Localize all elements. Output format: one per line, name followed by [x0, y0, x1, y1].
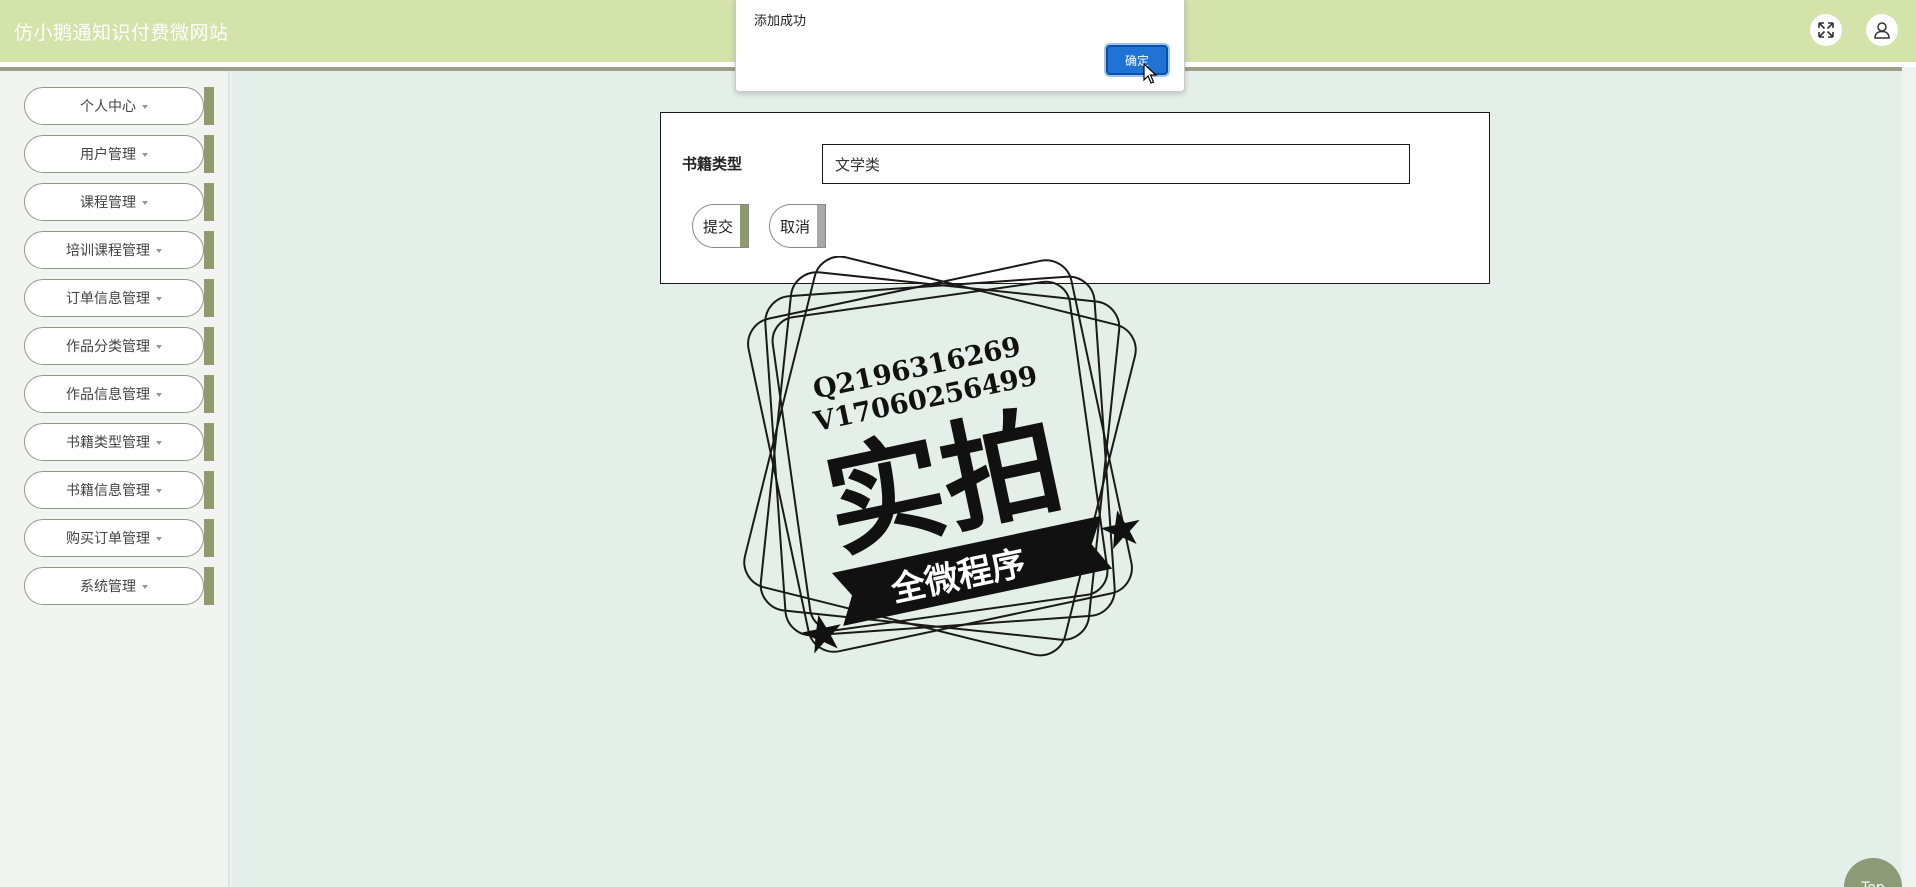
- chevron-down-icon: [156, 393, 162, 397]
- chevron-down-icon: [142, 201, 148, 205]
- app-title: 仿小鹅通知识付费微网站: [14, 22, 229, 44]
- sidebar-item-accent: [204, 231, 214, 269]
- sidebar-item-training-course-management[interactable]: 培训课程管理: [24, 231, 216, 269]
- sidebar-item-user-management[interactable]: 用户管理: [24, 135, 216, 173]
- sidebar-item-accent: [204, 279, 214, 317]
- sidebar-item-label: 培训课程管理: [66, 243, 150, 259]
- sidebar-item-label: 作品分类管理: [66, 339, 150, 355]
- chevron-down-icon: [142, 105, 148, 109]
- watermark-stamp: Q2196316269 V17060256499 实拍 全微程序: [743, 256, 1140, 657]
- sidebar-item-system-management[interactable]: 系统管理: [24, 567, 216, 605]
- alert-dialog: 添加成功 确定: [735, 0, 1185, 92]
- sidebar-item-label: 个人中心: [80, 99, 136, 115]
- cancel-button[interactable]: 取消: [769, 204, 826, 248]
- submit-button-label: 提交: [703, 217, 734, 236]
- chevron-down-icon: [156, 249, 162, 253]
- sidebar-item-accent: [204, 87, 214, 125]
- alert-message: 添加成功: [754, 14, 807, 29]
- cancel-button-label: 取消: [780, 217, 811, 236]
- sidebar-item-book-type-management[interactable]: 书籍类型管理: [24, 423, 216, 461]
- sidebar-item-book-info-management[interactable]: 书籍信息管理: [24, 471, 216, 509]
- sidebar-item-accent: [204, 567, 214, 605]
- chevron-down-icon: [156, 345, 162, 349]
- chevron-down-icon: [156, 489, 162, 493]
- sidebar-item-accent: [204, 471, 214, 509]
- sidebar-item-accent: [204, 423, 214, 461]
- user-icon: [1874, 22, 1890, 39]
- fullscreen-button[interactable]: [1810, 14, 1842, 46]
- sidebar-item-accent: [204, 519, 214, 557]
- sidebar-item-accent: [204, 327, 214, 365]
- sidebar: 个人中心 用户管理 课程管理 培训课程管理 订单信息管理 作品分类管理 作品信息…: [0, 71, 230, 887]
- book-type-input[interactable]: [822, 144, 1410, 184]
- sidebar-item-label: 课程管理: [80, 195, 136, 211]
- sidebar-item-work-info-management[interactable]: 作品信息管理: [24, 375, 216, 413]
- sidebar-item-label: 书籍信息管理: [66, 483, 150, 499]
- sidebar-item-accent: [204, 183, 214, 221]
- sidebar-item-label: 系统管理: [80, 579, 136, 595]
- book-type-label: 书籍类型: [682, 155, 743, 173]
- chevron-down-icon: [142, 585, 148, 589]
- sidebar-item-order-info-management[interactable]: 订单信息管理: [24, 279, 216, 317]
- sidebar-item-accent: [204, 375, 214, 413]
- chevron-down-icon: [142, 153, 148, 157]
- fullscreen-icon: [1818, 22, 1834, 38]
- submit-button-accent: [740, 205, 748, 247]
- chevron-down-icon: [156, 297, 162, 301]
- sidebar-item-purchase-order-management[interactable]: 购买订单管理: [24, 519, 216, 557]
- sidebar-item-label: 用户管理: [80, 147, 136, 163]
- user-button[interactable]: [1866, 14, 1898, 46]
- chevron-down-icon: [156, 441, 162, 445]
- sidebar-item-personal-center[interactable]: 个人中心: [24, 87, 216, 125]
- sidebar-item-course-management[interactable]: 课程管理: [24, 183, 216, 221]
- sidebar-item-label: 作品信息管理: [66, 387, 150, 403]
- chevron-down-icon: [156, 537, 162, 541]
- sidebar-item-label: 购买订单管理: [66, 531, 150, 547]
- submit-button[interactable]: 提交: [692, 204, 749, 248]
- cancel-button-accent: [817, 205, 825, 247]
- mouse-cursor-icon: [1143, 63, 1158, 84]
- sidebar-item-label: 订单信息管理: [66, 291, 150, 307]
- sidebar-item-accent: [204, 135, 214, 173]
- sidebar-item-work-category-management[interactable]: 作品分类管理: [24, 327, 216, 365]
- sidebar-item-label: 书籍类型管理: [66, 435, 150, 451]
